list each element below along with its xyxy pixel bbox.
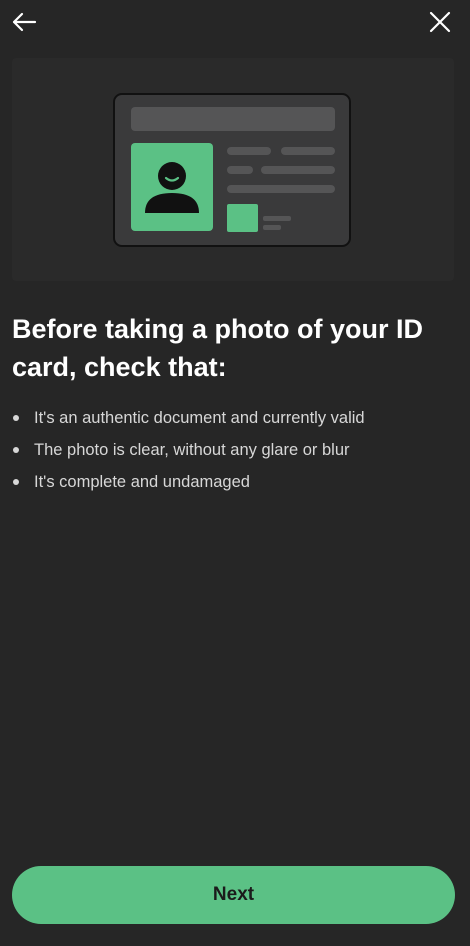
- list-item: It's an authentic document and currently…: [12, 402, 452, 434]
- card-text-line: [281, 147, 335, 155]
- card-stamp: [227, 204, 258, 232]
- list-item-text: It's an authentic document and currently…: [34, 409, 365, 427]
- list-item: The photo is clear, without any glare or…: [12, 434, 452, 466]
- bullet-icon: [13, 479, 19, 485]
- person-icon: [145, 162, 199, 213]
- card-text-line: [227, 185, 335, 193]
- card-text-line: [227, 166, 253, 174]
- bullet-icon: [13, 415, 19, 421]
- bullet-icon: [13, 447, 19, 453]
- card-text-line: [261, 166, 335, 174]
- card-text-line: [263, 216, 291, 221]
- checklist: It's an authentic document and currently…: [12, 402, 452, 498]
- id-card-icon: [113, 93, 351, 247]
- list-item: It's complete and undamaged: [12, 466, 452, 498]
- card-header-bar: [131, 107, 335, 131]
- page-title: Before taking a photo of your ID card, c…: [12, 314, 424, 382]
- close-icon: [429, 11, 451, 33]
- card-portrait: [131, 143, 213, 231]
- back-button[interactable]: [10, 8, 38, 36]
- list-item-text: The photo is clear, without any glare or…: [34, 441, 350, 459]
- top-bar: [0, 0, 470, 44]
- arrow-left-icon: [12, 12, 37, 32]
- list-item-text: It's complete and undamaged: [34, 473, 250, 491]
- id-card-illustration: [12, 58, 454, 281]
- card-text-line: [263, 225, 281, 230]
- close-button[interactable]: [426, 8, 454, 36]
- card-text-line: [227, 147, 271, 155]
- next-button[interactable]: Next: [12, 866, 455, 924]
